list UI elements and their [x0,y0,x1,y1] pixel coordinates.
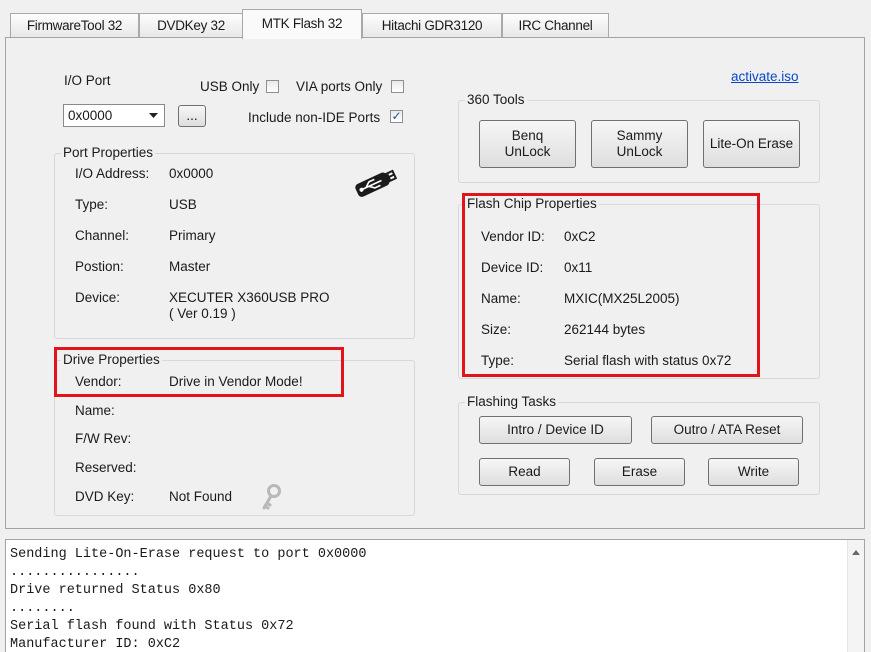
tools-360-title: 360 Tools [465,92,527,108]
intro-device-id-button[interactable]: Intro / Device ID [479,416,632,444]
via-ports-checkbox[interactable] [391,80,404,93]
tab-firmwaretool[interactable]: FirmwareTool 32 [10,13,139,38]
chip-name-value: MXIC(MX25L2005) [564,291,680,306]
drive-properties-title: Drive Properties [61,352,162,368]
fw-rev-label: F/W Rev: [75,431,132,446]
device-value: XECUTER X360USB PRO [169,290,330,305]
chevron-down-icon [149,113,158,118]
vendor-label: Vendor: [75,374,122,389]
non-ide-label: Include non-IDE Ports [248,110,381,125]
scroll-up-icon[interactable] [852,550,860,556]
usb-only-label: USB Only [200,79,260,94]
vendor-id-value: 0xC2 [564,229,596,244]
browse-ports-button[interactable]: ... [178,105,206,127]
vendor-value: Drive in Vendor Mode! [169,374,303,389]
log-line: Drive returned Status 0x80 [10,583,221,598]
sammy-unlock-button[interactable]: Sammy UnLock [591,120,688,168]
erase-button[interactable]: Erase [594,458,685,486]
outro-ata-reset-button[interactable]: Outro / ATA Reset [651,416,803,444]
name-label: Name: [75,403,115,418]
tab-mtk-flash[interactable]: MTK Flash 32 [242,9,362,39]
type-label: Type: [75,197,109,212]
io-port-label: I/O Port [64,73,111,88]
io-port-select[interactable]: 0x0000 [63,104,165,127]
write-button[interactable]: Write [708,458,799,486]
dvd-key-label: DVD Key: [75,489,135,504]
device-id-value: 0x11 [564,260,593,275]
non-ide-checkbox[interactable]: ✓ [390,110,403,123]
key-icon [262,484,281,510]
log-line: ................ [10,565,140,580]
tab-irc-channel[interactable]: IRC Channel [502,13,609,38]
device-id-label: Device ID: [481,260,544,275]
read-button[interactable]: Read [479,458,570,486]
size-value: 262144 bytes [564,322,646,337]
log-line: Sending Lite-On-Erase request to port 0x… [10,547,367,562]
mtk-flash-panel: I/O Port 0x0000 ... USB Only VIA ports O… [5,37,865,529]
tab-dvdkey[interactable]: DVDKey 32 [139,13,243,38]
channel-value: Primary [169,228,216,243]
type-value: USB [169,197,197,212]
usb-icon [355,169,398,197]
check-icon: ✓ [391,109,402,123]
chip-name-label: Name: [481,291,521,306]
reserved-label: Reserved: [75,460,137,475]
log-line: Manufacturer ID: 0xC2 [10,637,181,652]
port-properties-title: Port Properties [61,145,156,161]
chip-type-value: Serial flash with status 0x72 [564,353,732,368]
size-label: Size: [481,322,512,337]
device-version: ( Ver 0.19 ) [169,306,236,321]
log-output[interactable]: Sending Lite-On-Erase request to port 0x… [5,539,865,652]
chip-type-label: Type: [481,353,515,368]
io-port-value: 0x0000 [68,108,113,123]
log-line: ........ [10,601,75,616]
lite-on-erase-button[interactable]: Lite-On Erase [703,120,800,168]
tab-hitachi[interactable]: Hitachi GDR3120 [362,13,502,38]
flash-chip-title: Flash Chip Properties [465,196,599,212]
via-ports-label: VIA ports Only [296,79,383,94]
activate-iso-link[interactable]: activate.iso [731,69,799,85]
vendor-id-label: Vendor ID: [481,229,545,244]
log-scrollbar[interactable] [847,540,864,652]
position-label: Postion: [75,259,124,274]
dvd-key-value: Not Found [169,489,233,504]
usb-only-checkbox[interactable] [266,80,279,93]
log-line: Serial flash found with Status 0x72 [10,619,294,634]
position-value: Master [169,259,211,274]
io-address-label: I/O Address: [75,166,150,181]
io-address-value: 0x0000 [169,166,214,181]
benq-unlock-button[interactable]: Benq UnLock [479,120,576,168]
flashing-tasks-title: Flashing Tasks [465,394,559,410]
channel-label: Channel: [75,228,130,243]
device-label: Device: [75,290,121,305]
